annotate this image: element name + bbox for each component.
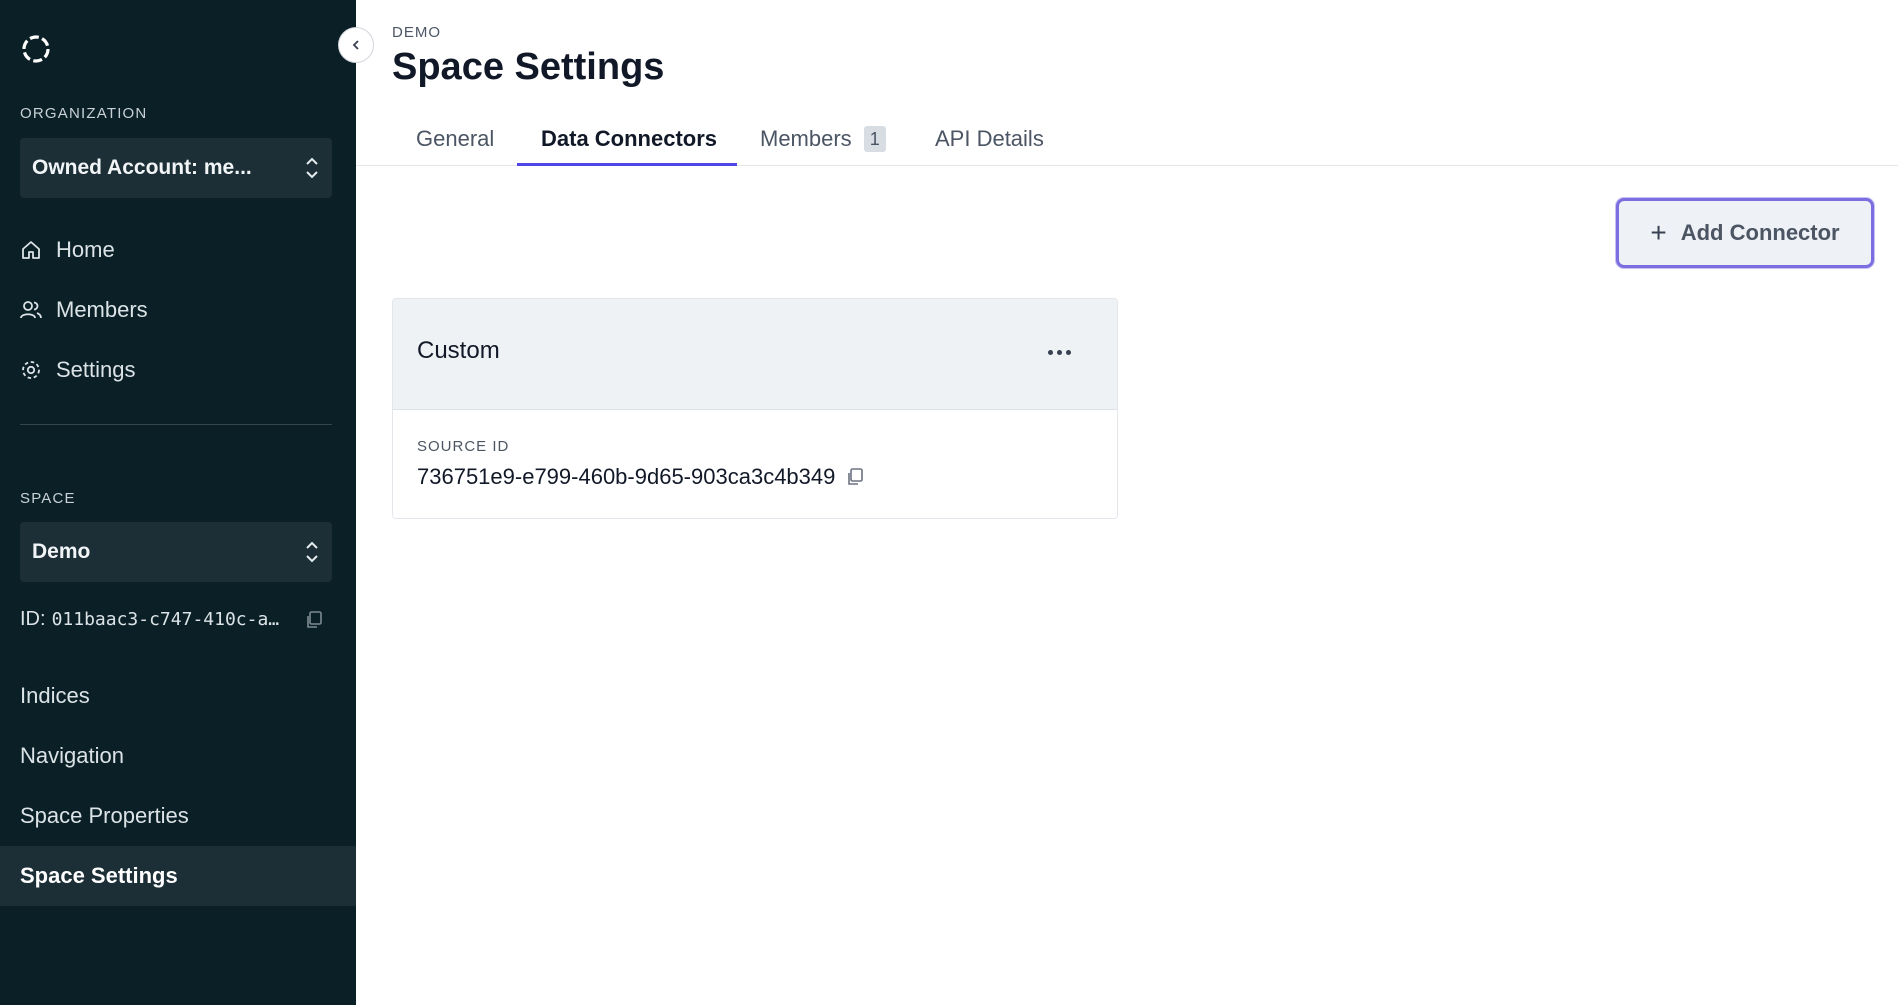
nav-item-navigation[interactable]: Navigation [20, 743, 124, 769]
more-options-icon[interactable] [1041, 337, 1077, 367]
sidebar: ORGANIZATION Owned Account: me... Home M… [0, 0, 356, 1005]
copy-icon[interactable] [304, 610, 324, 630]
source-id-value: 736751e9-e799-460b-9d65-903ca3c4b349 [417, 464, 836, 489]
home-icon [22, 241, 40, 259]
space-selector[interactable]: Demo [20, 522, 332, 582]
nav-item-settings-label: Settings [56, 357, 136, 382]
connector-title: Custom [417, 337, 500, 364]
nav-item-indices[interactable]: Indices [20, 683, 90, 709]
space-id: ID: 011baac3-c747-410c-a… [20, 608, 324, 631]
nav-item-settings[interactable]: Settings [20, 350, 136, 390]
organization-name: Owned Account: me... [32, 156, 252, 179]
tab-data-connectors[interactable]: Data Connectors [541, 116, 717, 166]
nav-item-space-settings[interactable]: Space Settings [0, 846, 356, 906]
organization-selector[interactable]: Owned Account: me... [20, 138, 332, 198]
logo-icon[interactable] [20, 33, 52, 65]
tab-general-label: General [416, 126, 495, 151]
settings-tabs: General Data Connectors Members 1 API De… [356, 116, 1898, 166]
tab-members[interactable]: Members 1 [760, 116, 886, 166]
members-count-badge: 1 [863, 126, 886, 152]
nav-item-home-label: Home [56, 237, 115, 262]
nav-item-members[interactable]: Members [20, 290, 148, 330]
copy-icon[interactable] [845, 467, 865, 487]
collapse-sidebar-button[interactable] [338, 27, 374, 63]
breadcrumb[interactable]: DEMO [392, 24, 441, 41]
connector-card-header: Custom [393, 299, 1117, 410]
nav-item-members-label: Members [56, 297, 148, 322]
tab-members-label: Members [760, 126, 852, 151]
plus-icon: + [1650, 217, 1667, 248]
space-id-value: 011baac3-c747-410c-a… [51, 609, 280, 630]
gear-icon [22, 361, 40, 379]
main-content: DEMO Space Settings General Data Connect… [356, 0, 1898, 1005]
source-id-label: SOURCE ID [417, 438, 510, 455]
add-connector-button[interactable]: + Add Connector [1616, 198, 1874, 268]
tab-api-details[interactable]: API Details [935, 116, 1044, 166]
active-tab-indicator [517, 163, 737, 166]
chevron-up-down-icon [306, 541, 318, 563]
space-name: Demo [32, 540, 91, 563]
users-icon [20, 301, 42, 319]
chevron-up-down-icon [306, 157, 318, 179]
add-connector-label: Add Connector [1680, 220, 1840, 245]
organization-label: ORGANIZATION [20, 105, 148, 122]
connector-card-body: SOURCE ID 736751e9-e799-460b-9d65-903ca3… [393, 410, 1117, 518]
tab-data-connectors-label: Data Connectors [541, 126, 718, 151]
source-id-row: 736751e9-e799-460b-9d65-903ca3c4b349 [417, 464, 865, 490]
nav-item-home[interactable]: Home [20, 230, 115, 270]
connector-card: Custom SOURCE ID 736751e9-e799-460b-9d65… [392, 298, 1118, 519]
space-label: SPACE [20, 490, 76, 507]
tab-api-details-label: API Details [935, 126, 1044, 151]
tab-general[interactable]: General [416, 116, 494, 166]
nav-item-space-properties[interactable]: Space Properties [20, 803, 189, 829]
sidebar-divider [20, 424, 332, 425]
page-title: Space Settings [392, 46, 665, 88]
chevron-left-icon [352, 40, 359, 50]
space-id-label: ID: [20, 608, 46, 630]
